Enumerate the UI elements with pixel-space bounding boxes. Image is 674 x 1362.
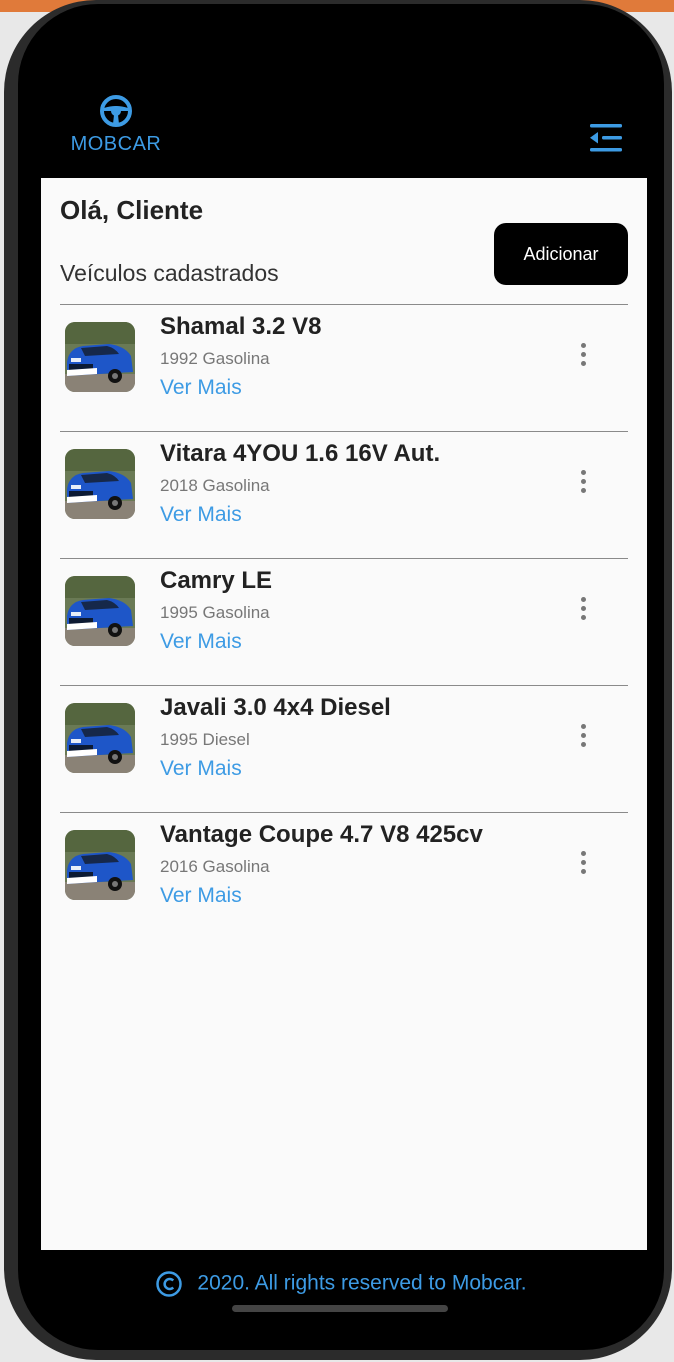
footer: 2020. All rights reserved to Mobcar. (18, 1270, 664, 1298)
see-more-link[interactable]: Ver Mais (160, 757, 242, 781)
brand-name: MOBCAR (70, 133, 162, 155)
vehicle-list-item[interactable]: Vitara 4YOU 1.6 16V Aut. 2018 Gasolina V… (60, 432, 628, 559)
car-photo-icon (65, 576, 135, 646)
more-vertical-icon-dot (581, 742, 586, 747)
more-vertical-icon-dot (581, 606, 586, 611)
vehicle-name: Vitara 4YOU 1.6 16V Aut. (160, 440, 441, 467)
car-photo-icon (65, 322, 135, 392)
more-vertical-icon-dot (581, 615, 586, 620)
greeting-title: Olá, Cliente (60, 195, 204, 225)
vehicle-thumbnail (65, 576, 135, 646)
vehicle-thumbnail (65, 449, 135, 519)
footer-text: 2020. All rights reserved to Mobcar. (197, 1271, 527, 1295)
more-vertical-icon (581, 724, 586, 729)
more-options-button[interactable] (570, 343, 586, 373)
home-indicator[interactable] (232, 1305, 448, 1312)
more-vertical-icon-dot (581, 860, 586, 865)
more-vertical-icon (581, 597, 586, 602)
vehicle-year-fuel: 2016 Gasolina (160, 857, 270, 876)
vehicle-list-item[interactable]: Javali 3.0 4x4 Diesel 1995 Diesel Ver Ma… (60, 686, 628, 813)
see-more-link[interactable]: Ver Mais (160, 376, 242, 400)
more-options-button[interactable] (570, 724, 586, 754)
more-vertical-icon-dot (581, 488, 586, 493)
car-photo-icon (65, 830, 135, 900)
vehicle-list-item[interactable]: Camry LE 1995 Gasolina Ver Mais (60, 559, 628, 686)
vehicle-year-fuel: 2018 Gasolina (160, 476, 270, 495)
vehicle-name: Javali 3.0 4x4 Diesel (160, 694, 391, 721)
car-photo-icon (65, 703, 135, 773)
app-header: MOBCAR (18, 4, 664, 178)
copyright-icon (156, 1271, 183, 1297)
see-more-link[interactable]: Ver Mais (160, 630, 242, 654)
more-vertical-icon (581, 343, 586, 348)
vehicle-name: Vantage Coupe 4.7 V8 425cv (160, 821, 483, 848)
section-subtitle: Veículos cadastrados (60, 260, 279, 286)
add-vehicle-button[interactable]: Adicionar (494, 223, 628, 285)
menu-collapse-icon (590, 124, 622, 152)
logo[interactable]: MOBCAR (66, 94, 166, 156)
vehicle-thumbnail (65, 703, 135, 773)
see-more-link[interactable]: Ver Mais (160, 884, 242, 908)
more-vertical-icon-dot (581, 352, 586, 357)
more-vertical-icon-dot (581, 361, 586, 366)
vehicle-list-item[interactable]: Shamal 3.2 V8 1992 Gasolina Ver Mais (60, 305, 628, 432)
more-options-button[interactable] (570, 851, 586, 881)
phone-frame: MOBCAR Olá, Cliente Veículos cadastrados… (4, 0, 672, 1360)
more-vertical-icon-dot (581, 479, 586, 484)
app-screen: MOBCAR Olá, Cliente Veículos cadastrados… (18, 4, 664, 1350)
vehicle-thumbnail (65, 322, 135, 392)
main-content: Olá, Cliente Veículos cadastrados Adicio… (41, 178, 647, 1250)
vehicle-year-fuel: 1992 Gasolina (160, 349, 270, 368)
steering-wheel-icon (100, 95, 132, 127)
more-vertical-icon (581, 851, 586, 856)
more-vertical-icon (581, 470, 586, 475)
menu-button[interactable] (586, 120, 626, 156)
more-options-button[interactable] (570, 597, 586, 627)
vehicle-thumbnail (65, 830, 135, 900)
vehicle-name: Camry LE (160, 567, 273, 594)
vehicle-list: Shamal 3.2 V8 1992 Gasolina Ver Mais Vit (60, 304, 628, 939)
vehicle-year-fuel: 1995 Gasolina (160, 603, 270, 622)
vehicle-name: Shamal 3.2 V8 (160, 313, 322, 340)
vehicle-year-fuel: 1995 Diesel (160, 730, 250, 749)
car-photo-icon (65, 449, 135, 519)
vehicle-list-item[interactable]: Vantage Coupe 4.7 V8 425cv 2016 Gasolina… (60, 813, 628, 939)
more-vertical-icon-dot (581, 733, 586, 738)
more-vertical-icon-dot (581, 869, 586, 874)
see-more-link[interactable]: Ver Mais (160, 503, 242, 527)
more-options-button[interactable] (570, 470, 586, 500)
